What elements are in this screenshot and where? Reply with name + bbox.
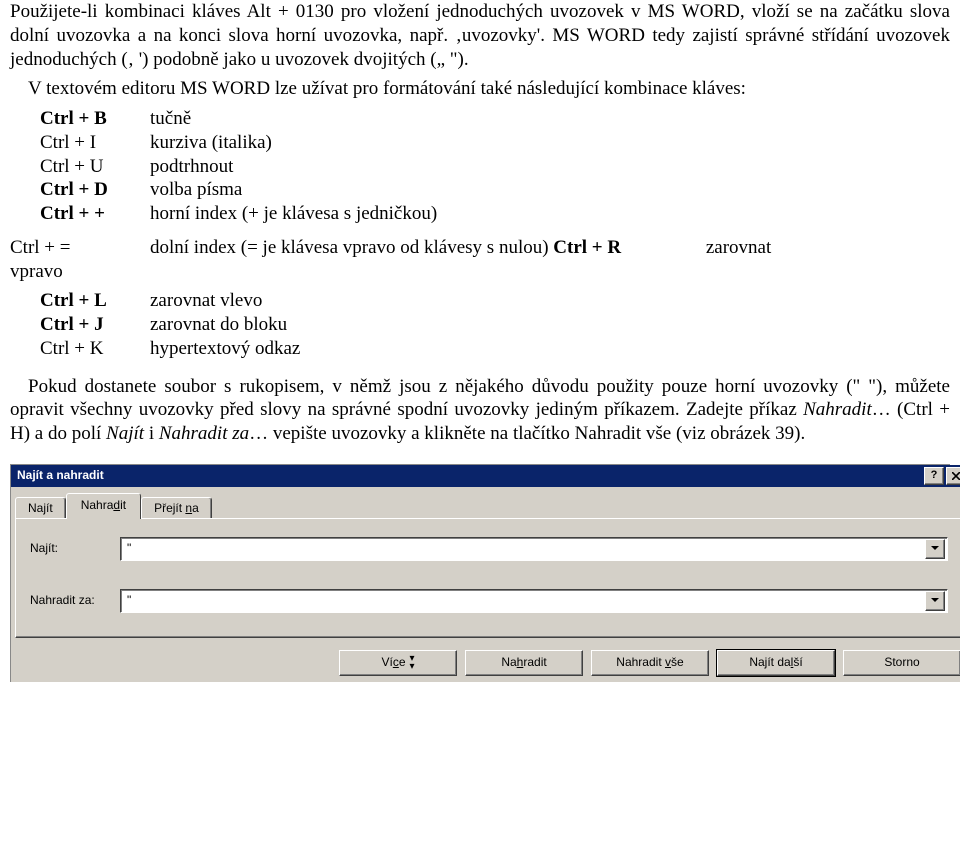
shortcut-row-eq: Ctrl + = dolní index (= je klávesa vprav… [10,236,950,260]
tab-find[interactable]: Najít [15,497,66,519]
help-button[interactable]: ? [924,467,944,485]
tab-panel-replace: Najít: " Nahradit za: " [15,518,960,638]
find-input[interactable]: " [120,537,948,561]
tab-label: Nahradit [81,498,126,512]
replace-input[interactable]: " [120,589,948,613]
shortcut-row: Ctrl + Khypertextový odkaz [40,337,950,361]
dialog-title: Najít a nahradit [17,468,924,483]
double-chevron-down-icon: ▾▾ [410,655,415,671]
shortcut-desc: zarovnat do bloku [150,313,950,337]
replace-input-value: " [127,593,925,608]
shortcut-list-1: Ctrl + Btučně Ctrl + Ikurziva (italika) … [40,107,950,226]
paragraph-shortcuts-intro: V textovém editoru MS WORD lze užívat pr… [10,77,950,101]
shortcut-desc: tučně [150,107,950,131]
close-icon [952,472,960,480]
shortcut-row: Ctrl + Ikurziva (italika) [40,131,950,155]
shortcut-key: Ctrl + J [40,313,150,337]
shortcut-key: Ctrl + L [40,289,150,313]
shortcut-desc: podtrhnout [150,155,950,179]
paragraph-intro: Použijete-li kombinaci kláves Alt + 0130… [10,0,950,71]
tab-label: Přejít na [154,501,199,515]
dialog-titlebar[interactable]: Najít a nahradit ? [11,465,960,487]
find-dropdown-button[interactable] [925,539,945,559]
shortcut-key: Ctrl + I [40,131,150,155]
button-label: Více [381,655,405,670]
chevron-down-icon [931,598,939,603]
shortcut-list-2: Ctrl + Lzarovnat vlevo Ctrl + Jzarovnat … [40,289,950,360]
shortcut-row: Ctrl + Upodtrhnout [40,155,950,179]
chevron-down-icon [931,546,939,551]
tab-strip: Najít Nahradit Přejít na [11,487,960,519]
paragraph-replace-instructions: Pokud dostanete soubor s rukopisem, v ně… [10,375,950,446]
shortcut-key: Ctrl + B [40,107,150,131]
shortcut-row: Ctrl + Jzarovnat do bloku [40,313,950,337]
button-label: Nahradit vše [616,655,683,670]
shortcut-key: Ctrl + + [40,202,150,226]
dialog-button-row: Více ▾▾ Nahradit Nahradit vše Najít dalš… [11,646,960,682]
shortcut-row: Ctrl + +horní index (+ je klávesa s jedn… [40,202,950,226]
button-label: Najít další [749,655,802,670]
cancel-button[interactable]: Storno [843,650,960,676]
button-label: Nahradit [501,655,546,670]
button-label: Storno [884,655,919,670]
find-replace-dialog: Najít a nahradit ? Najít Nahradit [10,464,950,682]
shortcut-desc: zarovnat vlevo [150,289,950,313]
close-button[interactable] [946,467,960,485]
shortcut-desc: dolní index (= je klávesa vpravo od kláv… [150,236,950,260]
shortcut-row: Ctrl + Dvolba písma [40,178,950,202]
find-label: Najít: [30,541,120,556]
tab-replace[interactable]: Nahradit [66,493,141,519]
vpravo-line: vpravo [10,260,950,284]
shortcut-desc: hypertextový odkaz [150,337,950,361]
find-input-value: " [127,541,925,556]
shortcut-desc: horní index (+ je klávesa s jedničkou) [150,202,950,226]
more-button[interactable]: Více ▾▾ [339,650,457,676]
shortcut-desc: kurziva (italika) [150,131,950,155]
shortcut-row: Ctrl + Lzarovnat vlevo [40,289,950,313]
replace-label: Nahradit za: [30,593,120,608]
shortcut-key: Ctrl + K [40,337,150,361]
replace-dropdown-button[interactable] [925,591,945,611]
replace-all-button[interactable]: Nahradit vše [591,650,709,676]
help-icon: ? [931,469,938,483]
find-next-button[interactable]: Najít další [717,650,835,676]
shortcut-key: Ctrl + D [40,178,150,202]
shortcut-row: Ctrl + Btučně [40,107,950,131]
replace-one-button[interactable]: Nahradit [465,650,583,676]
tab-goto[interactable]: Přejít na [141,497,212,519]
shortcut-key: Ctrl + = [10,236,150,260]
shortcut-desc: volba písma [150,178,950,202]
tab-label: Najít [28,501,53,515]
shortcut-key: Ctrl + U [40,155,150,179]
